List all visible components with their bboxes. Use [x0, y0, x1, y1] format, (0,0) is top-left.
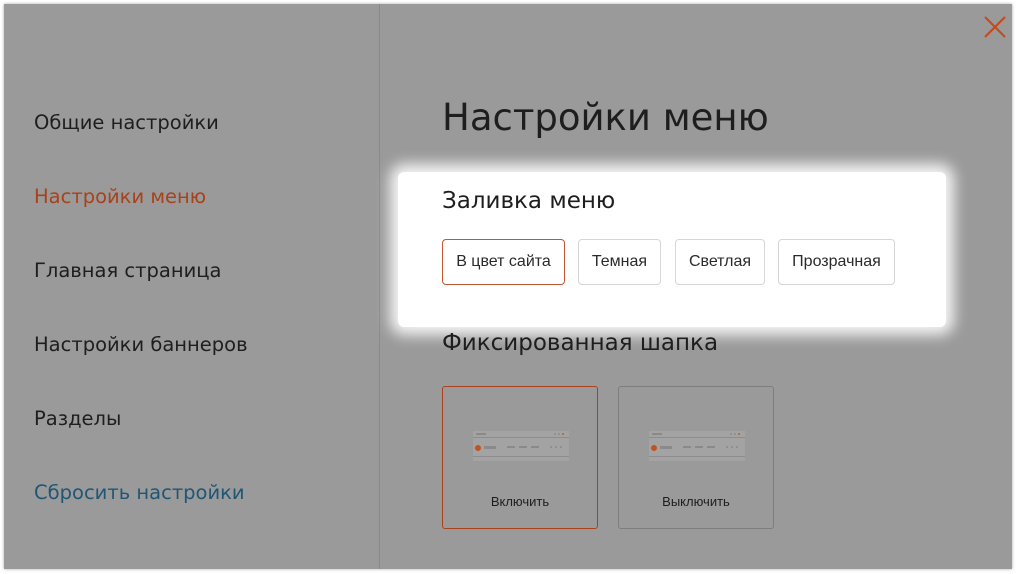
close-icon: [984, 16, 1006, 38]
fill-option-light[interactable]: Светлая: [675, 239, 765, 285]
settings-modal: Общие настройки Настройки меню Главная с…: [4, 4, 1012, 569]
sidebar-item-general-settings[interactable]: Общие настройки: [34, 111, 219, 134]
close-button[interactable]: [982, 14, 1008, 40]
page-title: Настройки меню: [442, 96, 769, 139]
menu-fill-title: Заливка меню: [442, 188, 616, 214]
fill-option-transparent[interactable]: Прозрачная: [778, 239, 895, 285]
sidebar-item-banner-settings[interactable]: Настройки баннеров: [34, 333, 248, 356]
settings-sidebar: Общие настройки Настройки меню Главная с…: [4, 4, 380, 569]
fixed-header-title: Фиксированная шапка: [442, 330, 719, 356]
fixed-header-off-label: Выключить: [662, 494, 730, 509]
header-preview-thumbnail: [473, 431, 569, 461]
fixed-header-on-label: Включить: [490, 494, 550, 509]
header-preview-thumbnail: [649, 431, 745, 461]
fill-option-site-color[interactable]: В цвет сайта: [442, 239, 565, 285]
reset-settings-link[interactable]: Сбросить настройки: [34, 481, 245, 504]
fill-option-dark[interactable]: Темная: [578, 239, 661, 285]
sidebar-item-menu-settings[interactable]: Настройки меню: [34, 185, 206, 208]
sidebar-item-home-page[interactable]: Главная страница: [34, 259, 221, 282]
fixed-header-off-option[interactable]: Выключить: [618, 386, 774, 529]
sidebar-item-sections[interactable]: Разделы: [34, 407, 121, 430]
fixed-header-on-option[interactable]: Включить: [442, 386, 598, 529]
